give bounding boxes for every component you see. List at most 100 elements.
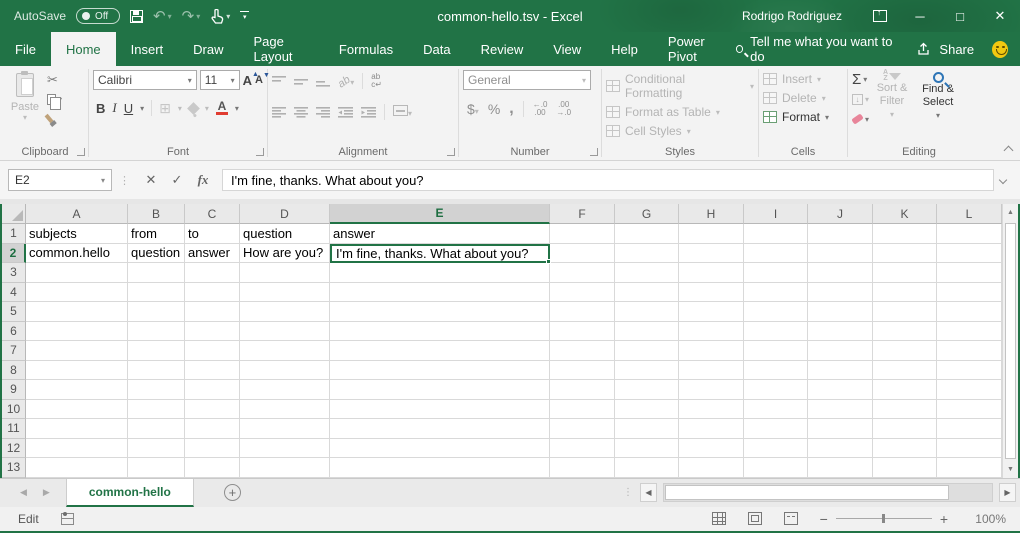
cell-E4[interactable] (330, 283, 550, 303)
cell-I2[interactable] (744, 244, 808, 264)
cell-F1[interactable] (550, 224, 615, 244)
row-header-6[interactable]: 6 (2, 322, 26, 342)
cell-H7[interactable] (679, 341, 744, 361)
cell-I6[interactable] (744, 322, 808, 342)
column-header-d[interactable]: D (240, 204, 330, 224)
horizontal-scrollbar[interactable] (663, 483, 993, 502)
cell-C4[interactable] (185, 283, 240, 303)
clear-button[interactable]: ▾ (852, 111, 869, 127)
column-header-j[interactable]: J (808, 204, 873, 224)
underline-button[interactable]: U (124, 101, 133, 116)
ribbon-tab-review[interactable]: Review (466, 32, 539, 66)
cell-A12[interactable] (26, 439, 128, 459)
cells-item-format[interactable]: Format▾ (763, 110, 829, 124)
cell-H2[interactable] (679, 244, 744, 264)
cell-F8[interactable] (550, 361, 615, 381)
cell-J11[interactable] (808, 419, 873, 439)
column-header-b[interactable]: B (128, 204, 185, 224)
column-header-h[interactable]: H (679, 204, 744, 224)
tell-me-box[interactable]: Tell me what you want to do (736, 34, 900, 64)
cell-B12[interactable] (128, 439, 185, 459)
cell-B11[interactable] (128, 419, 185, 439)
cell-G5[interactable] (615, 302, 679, 322)
cell-D7[interactable] (240, 341, 330, 361)
cell-G8[interactable] (615, 361, 679, 381)
minimize-button[interactable]: ─ (900, 0, 940, 32)
cell-H1[interactable] (679, 224, 744, 244)
sheet-nav-left-button[interactable]: ◀ (20, 487, 27, 498)
cell-J8[interactable] (808, 361, 873, 381)
cell-E12[interactable] (330, 439, 550, 459)
cell-C10[interactable] (185, 400, 240, 420)
borders-button[interactable]: ⊞ (159, 100, 171, 117)
cell-L9[interactable] (937, 380, 1002, 400)
styles-item-format-as-table[interactable]: Format as Table▾ (606, 105, 754, 119)
cell-A13[interactable] (26, 458, 128, 478)
cell-C11[interactable] (185, 419, 240, 439)
cell-H5[interactable] (679, 302, 744, 322)
cell-G2[interactable] (615, 244, 679, 264)
cell-H13[interactable] (679, 458, 744, 478)
cell-D5[interactable] (240, 302, 330, 322)
ribbon-tab-formulas[interactable]: Formulas (324, 32, 408, 66)
cell-F13[interactable] (550, 458, 615, 478)
ribbon-tab-draw[interactable]: Draw (178, 32, 238, 66)
cell-B2[interactable]: question (128, 244, 185, 264)
cell-I7[interactable] (744, 341, 808, 361)
styles-item-cell-styles[interactable]: Cell Styles▾ (606, 124, 754, 138)
cell-E3[interactable] (330, 263, 550, 283)
column-header-f[interactable]: F (550, 204, 615, 224)
ribbon-display-options-button[interactable] (860, 0, 900, 32)
name-box[interactable]: E2▾ (8, 169, 112, 191)
maximize-button[interactable]: □ (940, 0, 980, 32)
increase-font-size-button[interactable]: A▲ (243, 73, 252, 88)
cell-G3[interactable] (615, 263, 679, 283)
cell-H4[interactable] (679, 283, 744, 303)
autosum-button[interactable]: Σ▾ (852, 71, 869, 87)
cell-E5[interactable] (330, 302, 550, 322)
cell-C3[interactable] (185, 263, 240, 283)
cell-A5[interactable] (26, 302, 128, 322)
row-header-12[interactable]: 12 (2, 439, 26, 459)
orientation-button[interactable]: ab▾ (338, 74, 354, 88)
cell-C2[interactable]: answer (185, 244, 240, 264)
row-header-11[interactable]: 11 (2, 419, 26, 439)
cell-B4[interactable] (128, 283, 185, 303)
cell-G6[interactable] (615, 322, 679, 342)
cell-K11[interactable] (873, 419, 937, 439)
cell-E1[interactable]: answer (330, 224, 550, 244)
cell-F9[interactable] (550, 380, 615, 400)
column-header-g[interactable]: G (615, 204, 679, 224)
cell-A8[interactable] (26, 361, 128, 381)
autosave-toggle[interactable]: Off (76, 8, 120, 24)
cell-B10[interactable] (128, 400, 185, 420)
cell-K9[interactable] (873, 380, 937, 400)
cell-K3[interactable] (873, 263, 937, 283)
format-painter-button[interactable] (47, 110, 62, 126)
cell-J5[interactable] (808, 302, 873, 322)
row-header-10[interactable]: 10 (2, 400, 26, 420)
cell-L13[interactable] (937, 458, 1002, 478)
cell-I1[interactable] (744, 224, 808, 244)
cell-C9[interactable] (185, 380, 240, 400)
cell-H10[interactable] (679, 400, 744, 420)
scroll-up-button[interactable]: ▲ (1003, 204, 1018, 221)
cell-L4[interactable] (937, 283, 1002, 303)
cell-D10[interactable] (240, 400, 330, 420)
cell-J6[interactable] (808, 322, 873, 342)
zoom-in-button[interactable]: + (940, 511, 948, 527)
cell-K8[interactable] (873, 361, 937, 381)
chevron-down-icon[interactable]: ▾ (178, 104, 182, 113)
cell-D3[interactable] (240, 263, 330, 283)
page-layout-view-button[interactable] (748, 512, 762, 525)
dialog-launcher-icon[interactable] (256, 148, 264, 156)
chevron-down-icon[interactable]: ▾ (235, 104, 239, 113)
cell-D2[interactable]: How are you? (240, 244, 330, 264)
zoom-slider-thumb[interactable] (882, 514, 885, 523)
enter-button[interactable]: ✓ (164, 169, 190, 191)
cell-C6[interactable] (185, 322, 240, 342)
customize-quick-access-toolbar-button[interactable]: ▾ (240, 11, 249, 21)
cell-C7[interactable] (185, 341, 240, 361)
font-color-button[interactable]: A (216, 101, 228, 115)
align-center-button[interactable] (294, 107, 308, 118)
